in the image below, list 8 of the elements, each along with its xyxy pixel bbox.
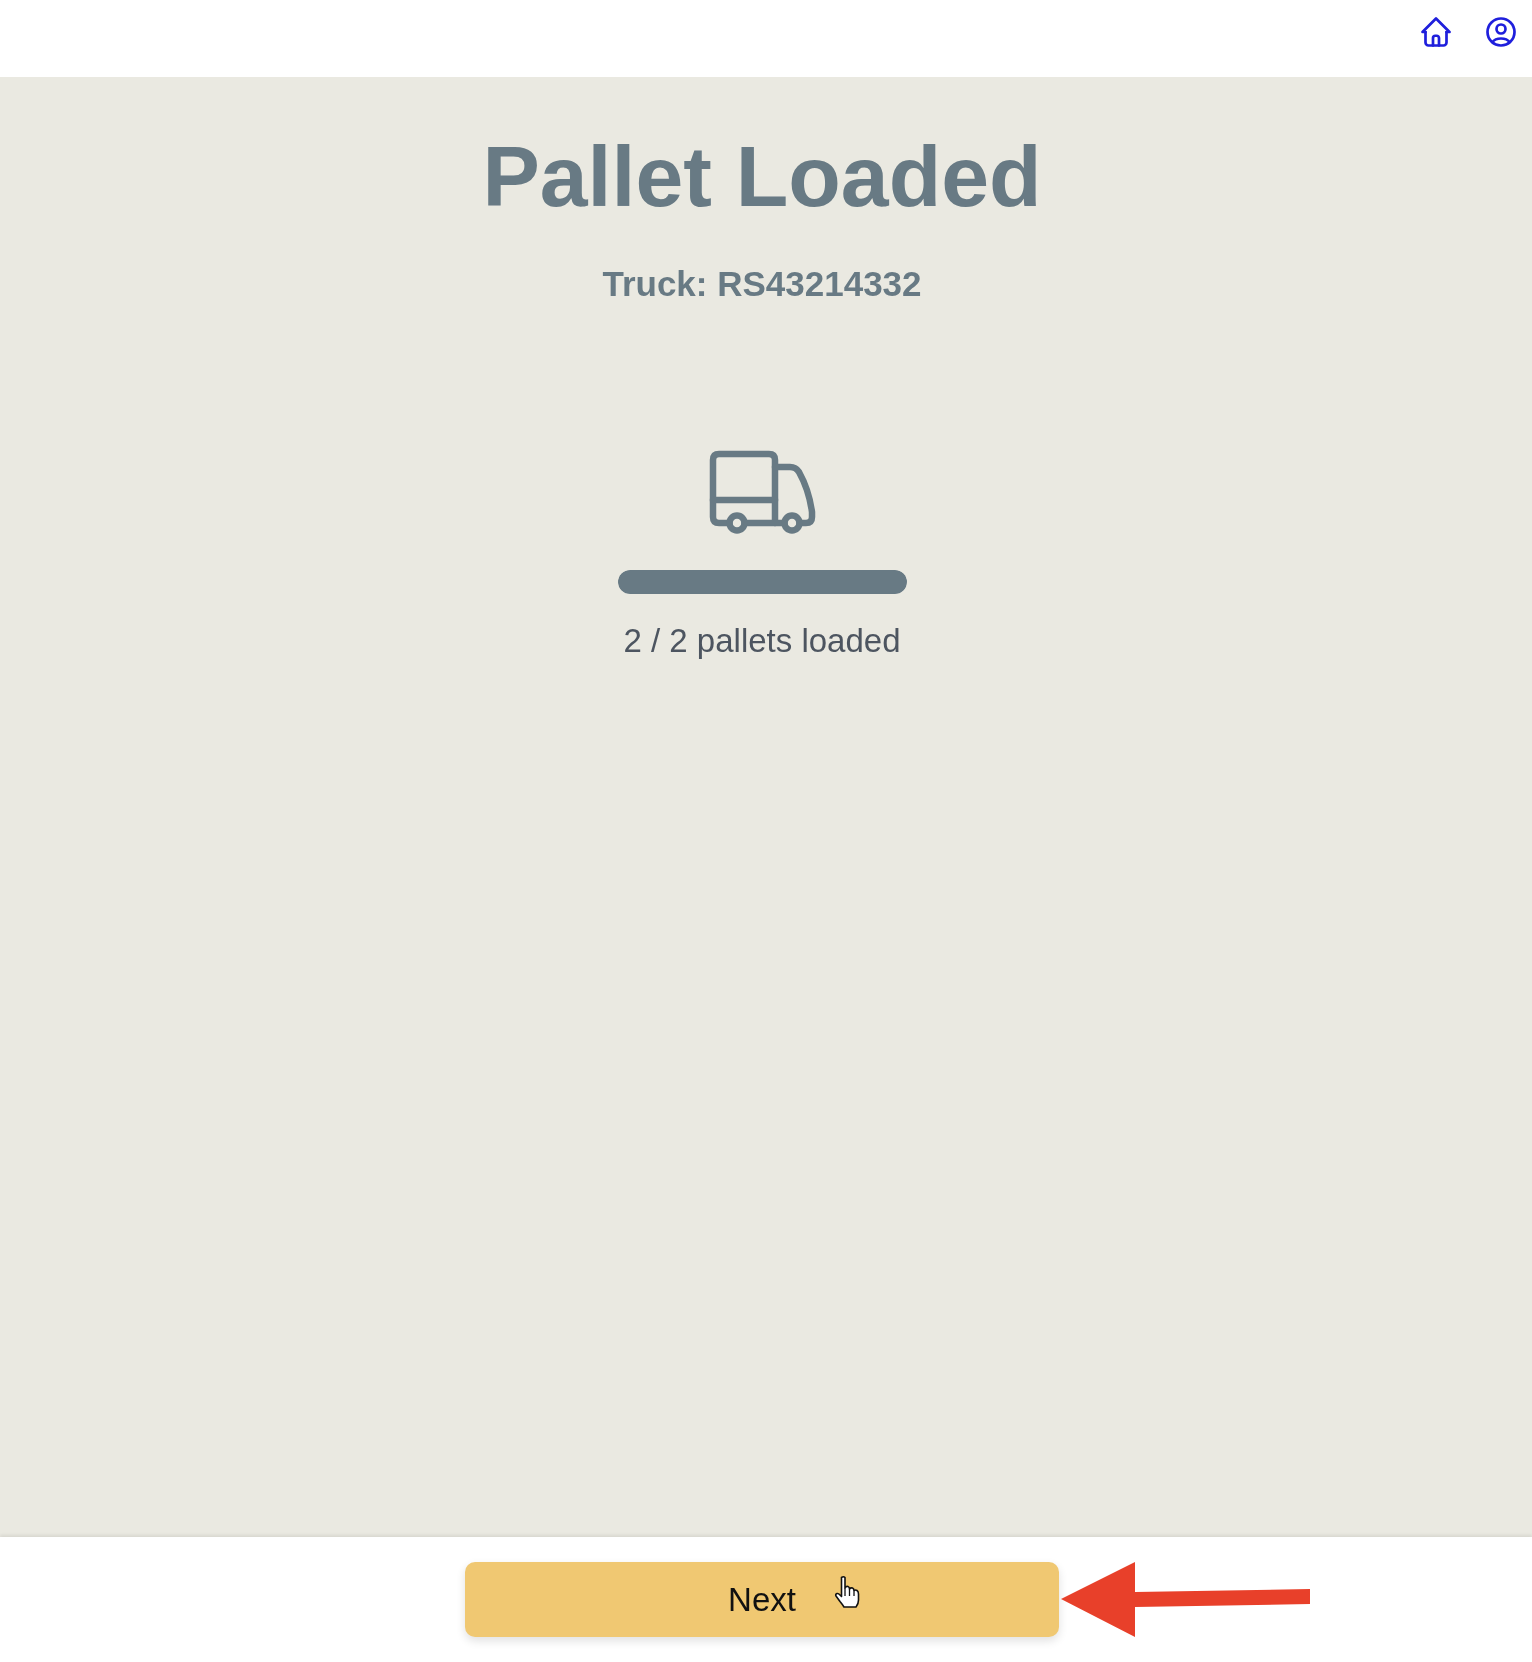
truck-number: Truck: RS43214332 [602,266,922,301]
next-button[interactable]: Next [465,1562,1059,1637]
profile-icon[interactable] [1486,17,1516,47]
page-title: Pallet Loaded [482,133,1042,219]
hand-cursor-icon [834,1575,860,1609]
truck-icon [708,450,816,534]
pallets-count: 2 / 2 pallets loaded [623,624,901,657]
home-icon[interactable] [1421,17,1451,47]
